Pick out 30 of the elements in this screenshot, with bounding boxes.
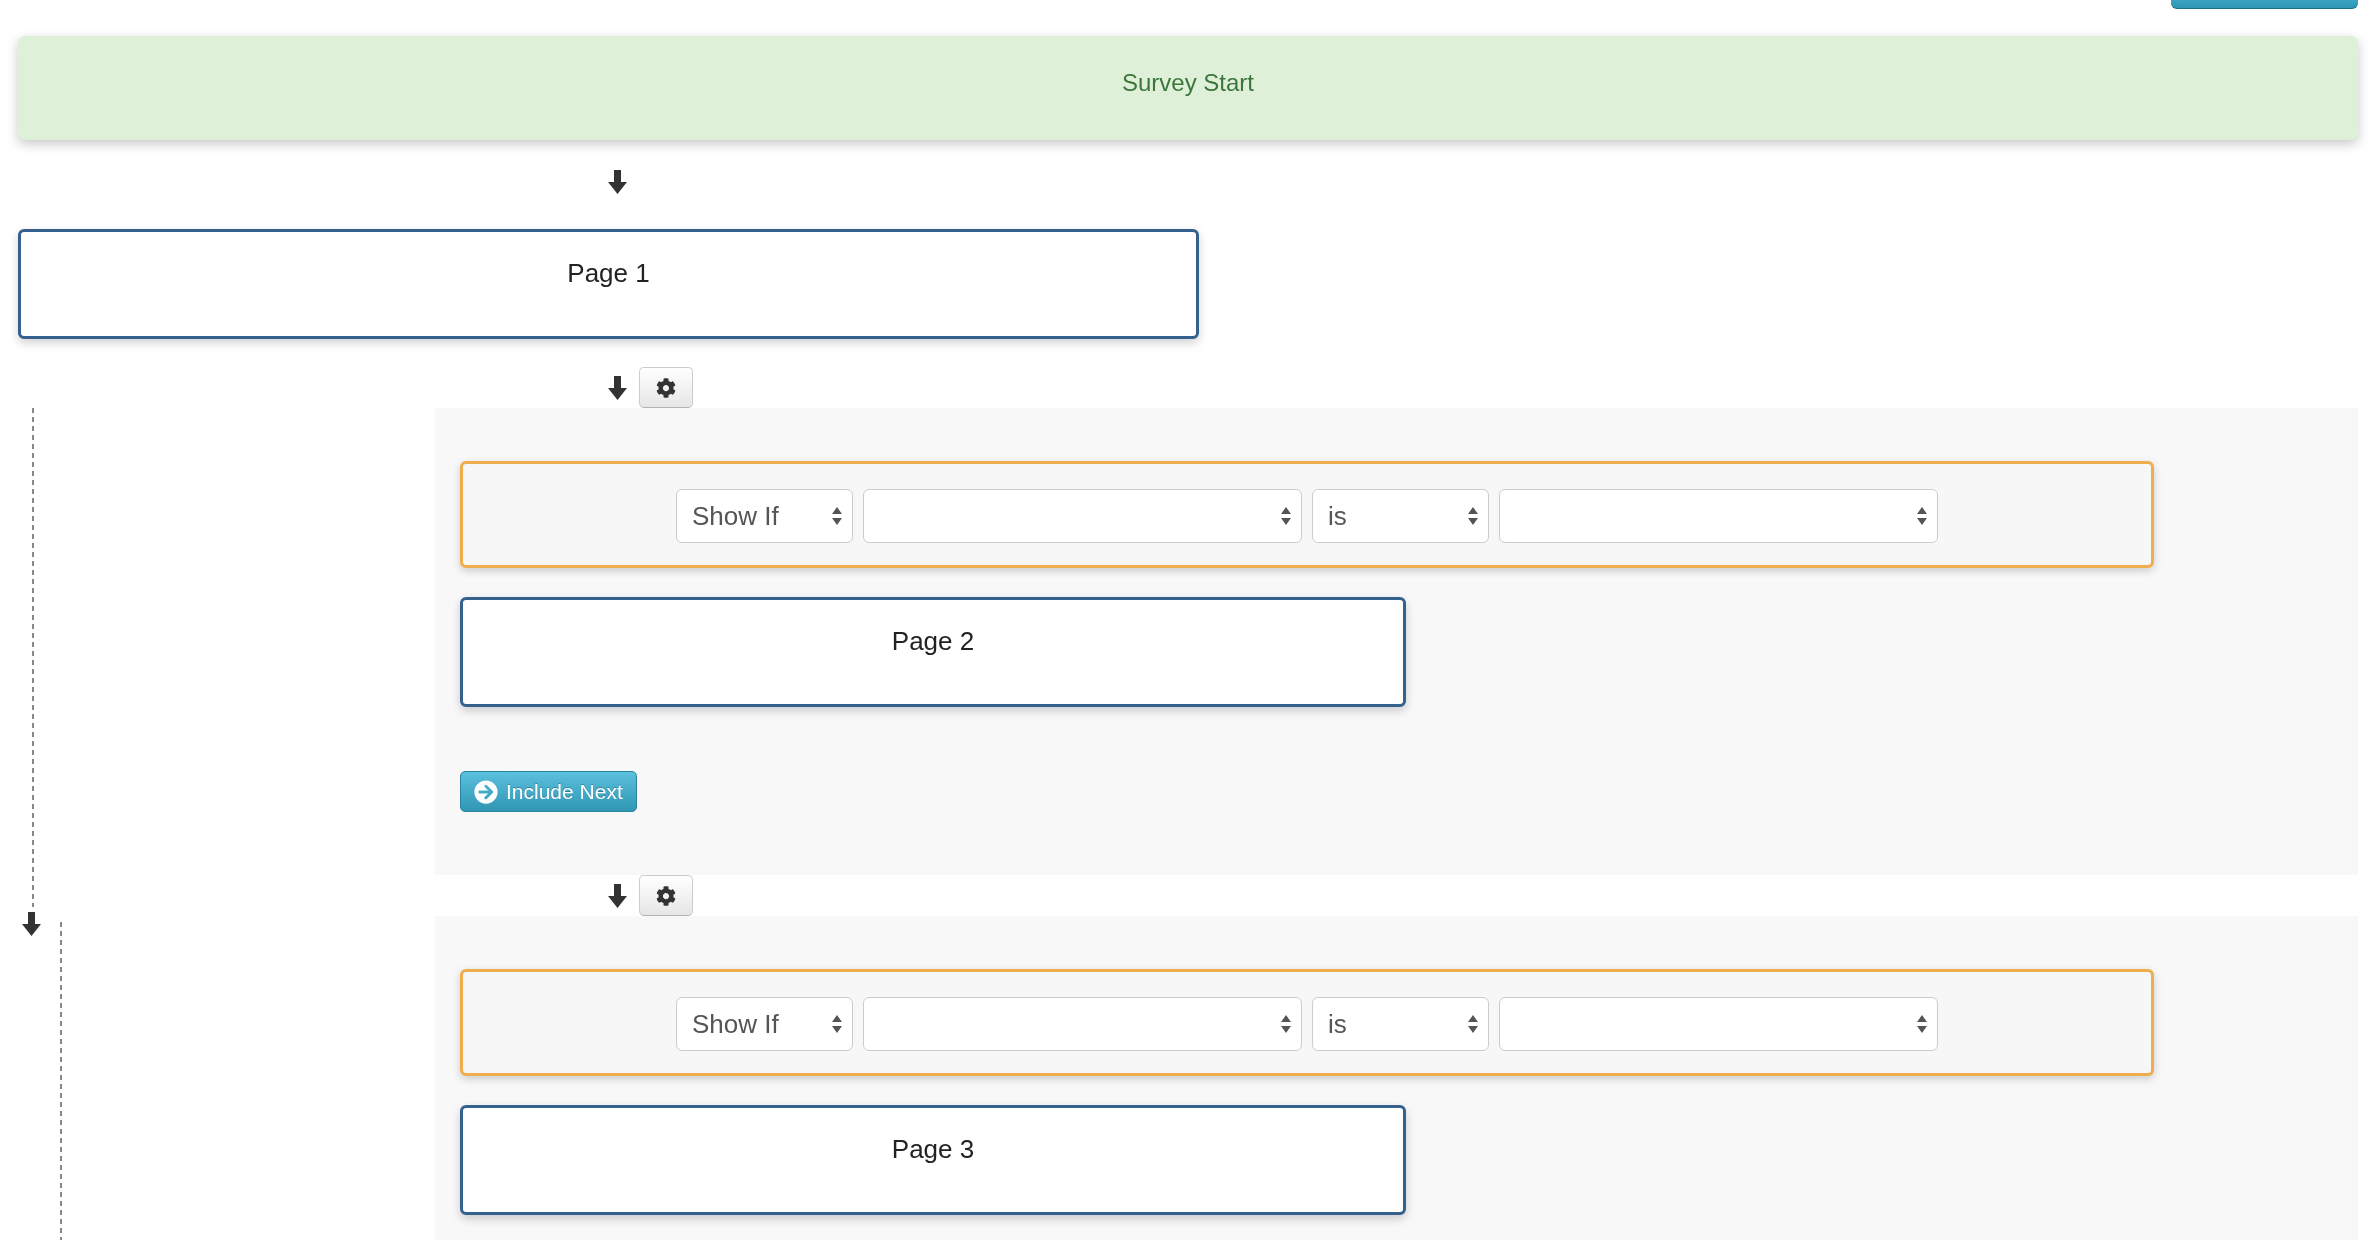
arrow-circle-right-icon	[474, 779, 498, 804]
gear-icon	[656, 377, 676, 398]
select-field[interactable]	[1499, 489, 1938, 543]
select-field[interactable]: is	[1312, 997, 1489, 1051]
arrow-down-icon	[22, 912, 41, 936]
arrow-down-icon	[608, 170, 627, 194]
select-field[interactable]: Show If	[676, 997, 853, 1051]
page-node: Page 1	[18, 229, 1199, 339]
updown-caret-icon	[832, 1015, 842, 1033]
select-field[interactable]	[863, 489, 1302, 543]
gear-icon	[656, 885, 676, 906]
updown-caret-icon	[1468, 1015, 1478, 1033]
updown-caret-icon	[1917, 1015, 1927, 1033]
select-field[interactable]: is	[1312, 489, 1489, 543]
select-field[interactable]	[863, 997, 1302, 1051]
updown-caret-icon	[1281, 1015, 1291, 1033]
page-node: Page 3	[460, 1105, 1406, 1215]
settings-button[interactable]	[639, 367, 693, 408]
page-node: Page 2	[460, 597, 1406, 707]
updown-caret-icon	[1917, 507, 1927, 525]
arrow-down-icon	[608, 375, 627, 400]
settings-button[interactable]	[639, 875, 693, 916]
select-field[interactable]	[1499, 997, 1938, 1051]
select-field[interactable]: Show If	[676, 489, 853, 543]
header-button[interactable]	[2171, 0, 2358, 9]
updown-caret-icon	[1281, 507, 1291, 525]
start-node: Survey Start	[18, 36, 2358, 140]
updown-caret-icon	[832, 507, 842, 525]
arrow-down-icon	[608, 883, 627, 908]
updown-caret-icon	[1468, 507, 1478, 525]
